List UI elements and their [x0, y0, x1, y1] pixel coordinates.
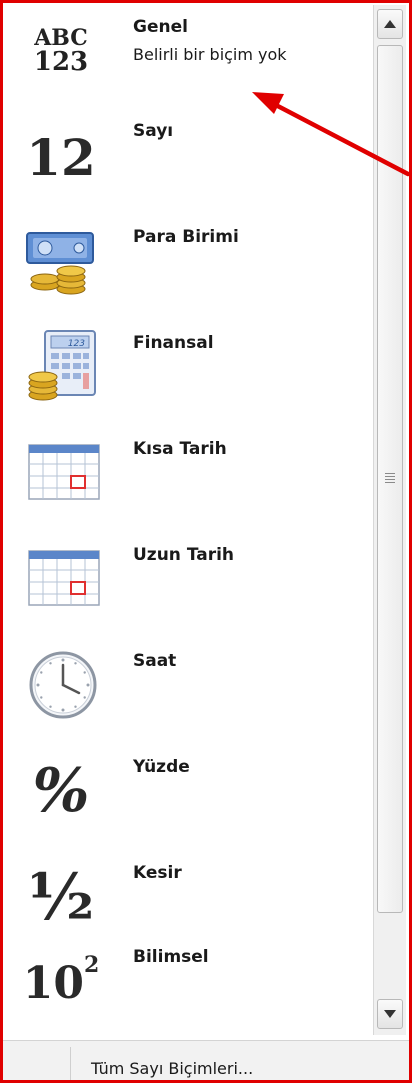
format-label: Para Birimi [133, 227, 239, 247]
scroll-down-button[interactable] [377, 999, 403, 1029]
format-label: Yüzde [133, 757, 190, 777]
number-format-dropdown: ABC 123 Genel Belirli bir biçim yok 12 S… [0, 0, 412, 1083]
format-label: Finansal [133, 333, 214, 353]
percent-glyph: % [32, 756, 90, 826]
number-12-icon: 12 [19, 115, 103, 199]
vertical-scrollbar[interactable] [373, 5, 406, 1035]
arrow-down-icon [384, 1010, 396, 1018]
abc-text: ABC [34, 25, 88, 51]
scroll-up-button[interactable] [377, 9, 403, 39]
format-item-general[interactable]: ABC 123 Genel Belirli bir biçim yok [3, 5, 373, 109]
arrow-up-icon [384, 20, 396, 28]
format-item-long-date[interactable]: Uzun Tarih [3, 533, 373, 637]
ten-glyph: 10 [22, 957, 84, 1009]
more-number-formats-link[interactable]: Tüm Sayı Biçimleri... [91, 1059, 253, 1078]
format-label: Genel [133, 17, 188, 37]
clock-icon [19, 641, 103, 725]
scrollbar-thumb[interactable] [377, 45, 403, 913]
percent-icon: % [19, 749, 103, 833]
grip-icon [385, 473, 395, 485]
exponent-glyph: 2 [83, 952, 100, 978]
scientific-ten-squared-icon: 10 2 [19, 941, 103, 1025]
fraction-glyph: ½ [27, 859, 95, 935]
format-item-percentage[interactable]: % Yüzde [3, 745, 373, 849]
calendar-icon [19, 535, 103, 619]
format-item-number[interactable]: 12 Sayı [3, 109, 373, 213]
fraction-half-icon: ½ [19, 855, 103, 939]
format-item-currency[interactable]: Para Birimi [3, 215, 373, 319]
dropdown-footer: Tüm Sayı Biçimleri... [3, 1040, 409, 1080]
format-label: Kesir [133, 863, 182, 883]
format-item-short-date[interactable]: Kısa Tarih [3, 427, 373, 531]
footer-divider [70, 1047, 71, 1080]
number-format-list: ABC 123 Genel Belirli bir biçim yok 12 S… [3, 3, 373, 1039]
digits-text: 123 [33, 47, 89, 77]
accounting-calculator-coins-icon: 123 [19, 323, 103, 407]
format-label: Saat [133, 651, 177, 671]
calendar-icon [19, 429, 103, 513]
format-label: Bilimsel [133, 947, 209, 967]
format-label: Kısa Tarih [133, 439, 227, 459]
format-item-accounting[interactable]: 123 Finansal [3, 321, 373, 425]
abc-123-icon: ABC 123 [19, 9, 103, 93]
calculator-display-text: 123 [68, 339, 85, 349]
format-label: Sayı [133, 121, 174, 141]
format-item-time[interactable]: Saat [3, 639, 373, 743]
currency-banknote-coins-icon [19, 217, 103, 301]
format-label: Uzun Tarih [133, 545, 235, 565]
number-glyph: 12 [26, 127, 96, 187]
format-item-scientific[interactable]: 10 2 Bilimsel [3, 935, 373, 1039]
format-sublabel: Belirli bir biçim yok [133, 45, 287, 64]
